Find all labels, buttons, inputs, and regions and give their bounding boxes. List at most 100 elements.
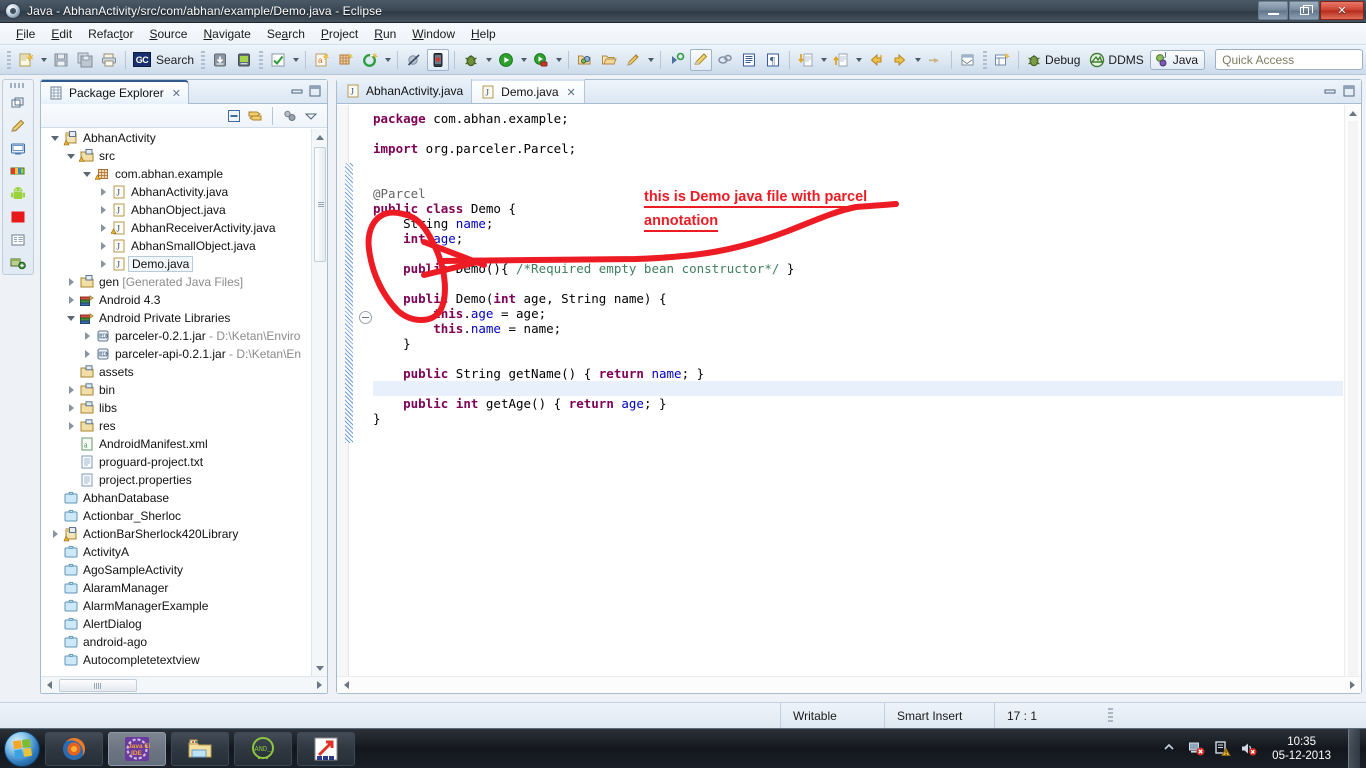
- menu-help[interactable]: Help: [463, 25, 504, 43]
- open-task-icon[interactable]: [598, 49, 620, 71]
- menu-window[interactable]: Window: [404, 25, 463, 43]
- tree-item-alarammanager[interactable]: AlaramManager: [41, 579, 311, 597]
- perspective-debug[interactable]: Debug: [1023, 51, 1086, 69]
- tree-expand-arrow-closed-icon[interactable]: [95, 238, 111, 254]
- minimize-icon[interactable]: [1322, 83, 1338, 99]
- scroll-down-icon[interactable]: [312, 660, 327, 676]
- forward-dropdown-icon[interactable]: [912, 49, 923, 71]
- perspective-ddms[interactable]: DDMS: [1086, 51, 1149, 69]
- tree-item-autocompletetextview[interactable]: Autocompletetextview: [41, 651, 311, 669]
- debug-dropdown-icon[interactable]: [483, 49, 494, 71]
- close-icon[interactable]: ✕: [567, 86, 576, 99]
- run-icon[interactable]: [495, 49, 517, 71]
- console-icon[interactable]: [7, 140, 29, 157]
- toolbar-grip-4[interactable]: [983, 50, 988, 69]
- restore-icon[interactable]: [7, 95, 29, 112]
- tree-expand-arrow-closed-icon[interactable]: [63, 418, 79, 434]
- network-error-icon[interactable]: [1188, 740, 1205, 757]
- debug-icon[interactable]: [460, 49, 482, 71]
- editor-tab-abhanactivity[interactable]: J AbhanActivity.java: [337, 79, 473, 103]
- maximize-icon[interactable]: [307, 83, 323, 99]
- tree-expand-arrow-closed-icon[interactable]: [95, 220, 111, 236]
- new-dropdown-icon[interactable]: [382, 49, 393, 71]
- restore-button[interactable]: [1289, 1, 1319, 20]
- perspective-java[interactable]: J Java: [1149, 49, 1206, 70]
- previous-edit-position-icon[interactable]: [830, 49, 852, 71]
- status-resize-grip[interactable]: [1108, 707, 1113, 724]
- tree-horizontal-scrollbar[interactable]: [41, 676, 327, 693]
- run-external-icon[interactable]: [530, 49, 552, 71]
- quick-access-input[interactable]: Quick Access: [1215, 49, 1364, 70]
- tree-scroll-thumb[interactable]: [314, 147, 326, 262]
- check-icon[interactable]: [267, 49, 289, 71]
- tree-item-alertdialog[interactable]: AlertDialog: [41, 615, 311, 633]
- menu-search[interactable]: Search: [259, 25, 313, 43]
- tree-hscroll-thumb[interactable]: [59, 678, 137, 692]
- taskbar-clock[interactable]: 10:35 05-12-2013: [1272, 735, 1331, 763]
- tree-item-agosampleactivity[interactable]: AgoSampleActivity: [41, 561, 311, 579]
- show-hidden-icons-arrow[interactable]: [1162, 740, 1179, 757]
- toolbar-grip[interactable]: [7, 50, 11, 69]
- device-icon[interactable]: [427, 48, 450, 71]
- skip-breakpoints-icon[interactable]: [403, 49, 425, 71]
- tree-expand-arrow-closed-icon[interactable]: [79, 346, 95, 362]
- tree-item-assets[interactable]: assets: [41, 363, 311, 381]
- save-all-icon[interactable]: [74, 49, 96, 71]
- editor-text-area[interactable]: package com.abhan.example; import org.pa…: [337, 105, 1361, 693]
- save-icon[interactable]: [50, 49, 72, 71]
- stop-icon[interactable]: [7, 209, 29, 226]
- tree-item-bin[interactable]: bin: [41, 381, 311, 399]
- close-icon[interactable]: ✕: [172, 87, 181, 100]
- marker-icon[interactable]: [622, 49, 644, 71]
- run-external-dropdown-icon[interactable]: [553, 49, 564, 71]
- gc-icon[interactable]: GC: [131, 49, 153, 71]
- volume-muted-icon[interactable]: [1240, 740, 1257, 757]
- link-icon[interactable]: [714, 49, 736, 71]
- tree-item-abhanactivity-java[interactable]: J AbhanActivity.java: [41, 183, 311, 201]
- tree-item-activitya[interactable]: ActivityA: [41, 543, 311, 561]
- next-annotation-icon[interactable]: [666, 49, 688, 71]
- fold-collapse-icon[interactable]: [359, 311, 372, 324]
- tree-item-abhansmallobject-java[interactable]: J AbhanSmallObject.java: [41, 237, 311, 255]
- minimize-icon[interactable]: [289, 83, 305, 99]
- menu-file[interactable]: File: [8, 25, 43, 43]
- toolbar-grip-3[interactable]: [259, 50, 264, 69]
- source-code[interactable]: package com.abhan.example; import org.pa…: [373, 105, 1343, 676]
- tree-expand-arrow-closed-icon[interactable]: [63, 292, 79, 308]
- tree-item-abhanreceiveractivity-java[interactable]: J AbhanReceiverActivity.java: [41, 219, 311, 237]
- tree-item-gen[interactable]: gen [Generated Java Files]: [41, 273, 311, 291]
- scroll-left-icon[interactable]: [338, 677, 354, 693]
- new-wizard-icon[interactable]: [15, 49, 37, 71]
- logcat-icon[interactable]: [7, 163, 29, 180]
- new-wizard-dropdown-icon[interactable]: [38, 49, 49, 71]
- editor-scroll-track[interactable]: [1348, 121, 1358, 676]
- tree-expand-arrow-closed-icon[interactable]: [95, 256, 111, 272]
- open-type-icon[interactable]: [574, 49, 596, 71]
- tree-expand-arrow-closed-icon[interactable]: [63, 274, 79, 290]
- tree-item-src[interactable]: src: [41, 147, 311, 165]
- back-icon[interactable]: [865, 49, 887, 71]
- maximize-icon[interactable]: [1341, 83, 1357, 99]
- tree-expand-arrow-open-icon[interactable]: [47, 130, 63, 146]
- android-download-icon[interactable]: [209, 49, 231, 71]
- next-edit-dropdown-icon[interactable]: [818, 49, 829, 71]
- scroll-up-icon[interactable]: [312, 129, 327, 145]
- marker-dropdown-icon[interactable]: [645, 49, 656, 71]
- scroll-right-icon[interactable]: [1344, 677, 1360, 693]
- show-desktop-button[interactable]: [1348, 728, 1360, 768]
- new-android-xml-icon[interactable]: [335, 49, 357, 71]
- new-icon[interactable]: [359, 49, 381, 71]
- firefox-taskbar-button[interactable]: [45, 731, 103, 766]
- android-emulator-taskbar-button[interactable]: AND_: [234, 731, 292, 766]
- menu-navigate[interactable]: Navigate: [195, 25, 258, 43]
- menu-edit[interactable]: Edit: [43, 25, 80, 43]
- app-taskbar-button[interactable]: [297, 731, 355, 766]
- tree-item-abhandatabase[interactable]: AbhanDatabase: [41, 489, 311, 507]
- package-explorer-icon[interactable]: [7, 254, 29, 271]
- pen-icon[interactable]: [7, 117, 29, 134]
- outline-icon[interactable]: [7, 231, 29, 248]
- menu-project[interactable]: Project: [313, 25, 366, 43]
- tab-package-explorer[interactable]: Package Explorer ✕: [41, 80, 189, 104]
- link-with-editor-icon[interactable]: [247, 108, 263, 124]
- tree-item-androidmanifest-xml[interactable]: a AndroidManifest.xml: [41, 435, 311, 453]
